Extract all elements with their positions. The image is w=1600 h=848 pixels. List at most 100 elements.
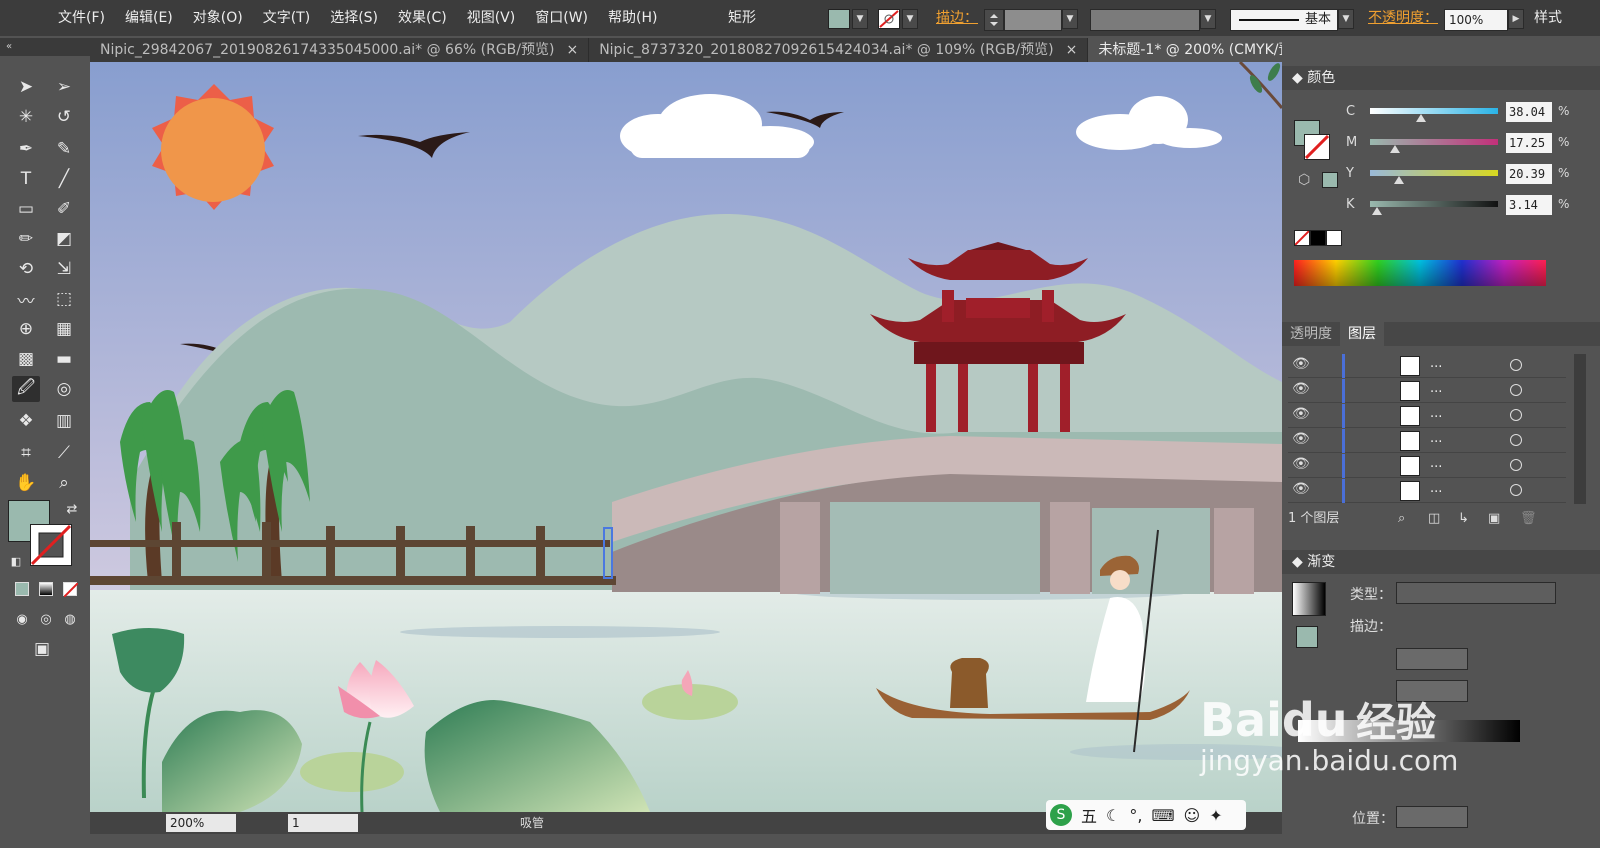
selection-icon[interactable]: ➤	[12, 74, 40, 100]
stroke-weight-field[interactable]	[1004, 9, 1062, 31]
warp-icon[interactable]: 〰	[12, 286, 40, 312]
screen-mode-icon[interactable]: ▣	[28, 636, 56, 662]
stroke-weight-label[interactable]: 描边：	[936, 0, 978, 36]
toolbox-collapse-icon[interactable]: «	[0, 38, 90, 56]
target-circle-icon[interactable]	[1510, 409, 1522, 421]
new-layer-icon[interactable]: ▣	[1488, 508, 1500, 530]
tab-document-2[interactable]: Nipic_8737320_20180827092615424034.ai* @…	[589, 38, 1089, 62]
artboard-number-field[interactable]: 1	[288, 814, 358, 832]
gradient-angle-field[interactable]	[1396, 648, 1468, 670]
menu-type[interactable]: 文字(T)	[253, 0, 320, 36]
visibility-eye-icon[interactable]: 👁	[1292, 481, 1310, 497]
black-swatch[interactable]	[1310, 230, 1326, 246]
menu-object[interactable]: 对象(O)	[183, 0, 253, 36]
swap-colors-icon[interactable]: ⇄	[58, 496, 86, 522]
artboard-canvas[interactable]	[90, 62, 1282, 812]
symbol-sprayer-icon[interactable]: ❖	[12, 408, 40, 434]
new-sublayer-icon[interactable]: ↳	[1458, 508, 1469, 530]
hand-icon[interactable]: ✋	[12, 470, 40, 496]
locate-object-icon[interactable]: ⌕	[1398, 508, 1405, 530]
visibility-eye-icon[interactable]: 👁	[1292, 356, 1310, 372]
target-circle-icon[interactable]	[1510, 384, 1522, 396]
white-swatch[interactable]	[1326, 230, 1342, 246]
clipping-mask-icon[interactable]: ◫	[1428, 508, 1440, 530]
layer-name[interactable]: ...	[1430, 456, 1442, 471]
layer-row[interactable]: 👁...	[1288, 454, 1566, 478]
layer-name[interactable]: ...	[1430, 431, 1442, 446]
cyan-knob-icon[interactable]	[1416, 114, 1426, 122]
rotate-icon[interactable]: ⟲	[12, 256, 40, 282]
cyan-slider[interactable]: C 38.04 %	[1346, 102, 1596, 124]
target-circle-icon[interactable]	[1510, 359, 1522, 371]
wrench-icon[interactable]: ✦	[1209, 806, 1222, 825]
sogou-logo-icon[interactable]: S	[1050, 804, 1072, 826]
yellow-slider[interactable]: Y 20.39 %	[1346, 164, 1596, 186]
direct-selection-icon[interactable]: ➢	[50, 74, 78, 100]
opacity-field[interactable]: 100%	[1444, 9, 1508, 31]
stroke-weight-dropdown-icon[interactable]: ▼	[1062, 9, 1078, 29]
close-icon[interactable]: ×	[1066, 42, 1078, 58]
pen-icon[interactable]: ✒	[12, 136, 40, 162]
layer-name[interactable]: ...	[1430, 481, 1442, 496]
eraser-icon[interactable]: ◩	[50, 226, 78, 252]
target-circle-icon[interactable]	[1510, 484, 1522, 496]
gradient-fill-swatch[interactable]	[1296, 626, 1318, 648]
layer-row[interactable]: 👁...	[1288, 354, 1566, 378]
shape-builder-icon[interactable]: ⊕	[12, 316, 40, 342]
line-icon[interactable]: ╱	[50, 166, 78, 192]
delete-layer-icon[interactable]: 🗑	[1520, 508, 1537, 530]
layer-row[interactable]: 👁...	[1288, 379, 1566, 403]
style-label[interactable]: 样式	[1534, 0, 1562, 36]
zoom-field[interactable]: 200%	[166, 814, 236, 832]
menu-help[interactable]: 帮助(H)	[598, 0, 667, 36]
layer-name[interactable]: ...	[1430, 356, 1442, 371]
magenta-slider[interactable]: M 17.25 %	[1346, 133, 1596, 155]
lasso-icon[interactable]: ↺	[50, 104, 78, 130]
free-transform-icon[interactable]: ⬚	[50, 286, 78, 312]
tab-transparency[interactable]: 透明度	[1282, 322, 1340, 346]
stroke-color-box[interactable]	[30, 524, 72, 566]
yellow-value[interactable]: 20.39	[1506, 164, 1552, 184]
menu-edit[interactable]: 编辑(E)	[115, 0, 183, 36]
black-slider[interactable]: K 3.14 %	[1346, 195, 1596, 217]
curvature-icon[interactable]: ✎	[50, 136, 78, 162]
magenta-value[interactable]: 17.25	[1506, 133, 1552, 153]
gradient-panel-header[interactable]: ◆ 渐变	[1282, 550, 1600, 574]
column-graph-icon[interactable]: ▥	[50, 408, 78, 434]
pencil-icon[interactable]: ✏	[12, 226, 40, 252]
brush-definition-field[interactable]: 基本	[1230, 9, 1338, 31]
none-swatch[interactable]	[1294, 230, 1310, 246]
yellow-knob-icon[interactable]	[1394, 176, 1404, 184]
menu-effect[interactable]: 效果(C)	[388, 0, 457, 36]
web-safe-swatch[interactable]	[1322, 172, 1338, 188]
menu-select[interactable]: 选择(S)	[320, 0, 388, 36]
stroke-spinner-icon[interactable]	[984, 9, 1004, 31]
target-circle-icon[interactable]	[1510, 434, 1522, 446]
magenta-knob-icon[interactable]	[1390, 145, 1400, 153]
stroke-dropdown-icon[interactable]: ▼	[902, 9, 918, 29]
slice-icon[interactable]: ⟋	[50, 440, 78, 466]
menu-window[interactable]: 窗口(W)	[525, 0, 598, 36]
color-panel-header[interactable]: ◆ 颜色	[1282, 66, 1600, 90]
panel-stroke-swatch[interactable]	[1304, 134, 1330, 160]
black-value[interactable]: 3.14	[1506, 195, 1552, 215]
layer-row[interactable]: 👁...	[1288, 429, 1566, 453]
opacity-label[interactable]: 不透明度：	[1368, 0, 1438, 36]
fill-swatch[interactable]	[828, 9, 850, 29]
blend-icon[interactable]: ◎	[50, 376, 78, 402]
layer-name[interactable]: ...	[1430, 406, 1442, 421]
none-mode-icon[interactable]	[56, 576, 84, 602]
tab-document-3[interactable]: 未标题-1* @ 200% (CMYK/预览)	[1088, 38, 1282, 62]
gradient-preview[interactable]	[1292, 582, 1326, 616]
rectangle-icon[interactable]: ▭	[12, 196, 40, 222]
perspective-grid-icon[interactable]: ▦	[50, 316, 78, 342]
layers-scrollbar[interactable]	[1574, 354, 1586, 504]
gradient-position-field[interactable]	[1396, 806, 1468, 828]
paintbrush-icon[interactable]: ✐	[50, 196, 78, 222]
cyan-value[interactable]: 38.04	[1506, 102, 1552, 122]
punctuation-icon[interactable]: °,	[1129, 806, 1142, 825]
menu-view[interactable]: 视图(V)	[457, 0, 526, 36]
ime-mode[interactable]: 五	[1081, 803, 1097, 827]
fill-dropdown-icon[interactable]: ▼	[852, 9, 868, 29]
variable-width-field[interactable]	[1090, 9, 1200, 31]
